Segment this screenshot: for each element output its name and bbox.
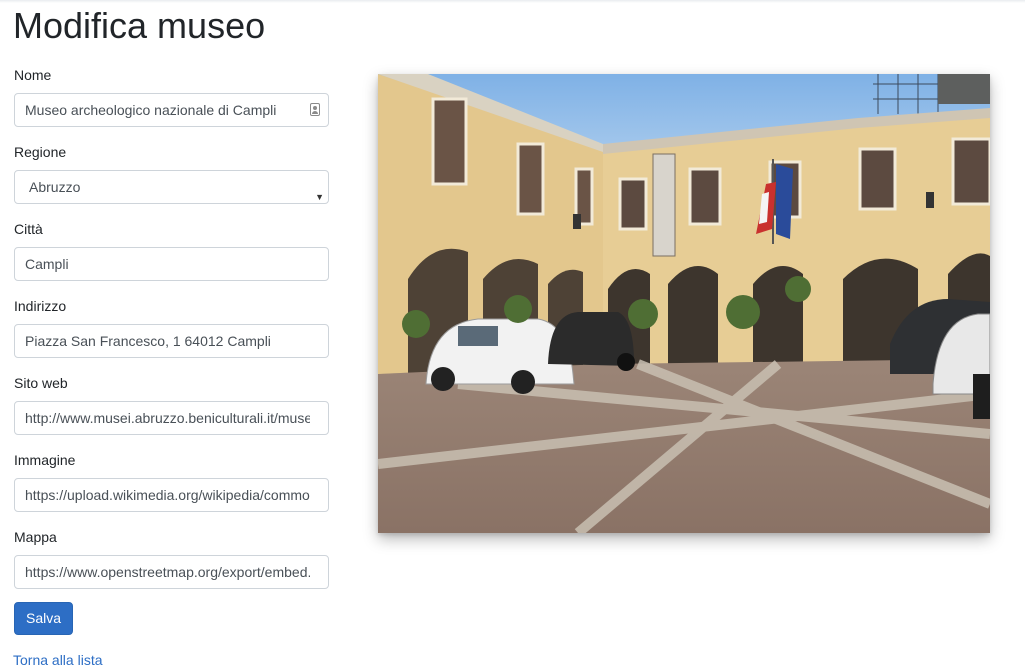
save-button[interactable]: Salva — [14, 602, 73, 635]
top-edge — [0, 0, 1025, 3]
mappa-input[interactable]: https://www.openstreetmap.org/export/emb… — [14, 555, 329, 589]
sito-web-group: Sito web http://www.musei.abruzzo.benicu… — [14, 374, 329, 451]
citta-group: Città Campli — [14, 220, 329, 297]
nome-value: Museo archeologico nazionale di Campli — [25, 102, 277, 118]
museum-edit-form: Nome Museo archeologico nazionale di Cam… — [14, 66, 329, 605]
citta-value: Campli — [25, 256, 69, 272]
regione-label: Regione — [14, 144, 67, 160]
mappa-value: https://www.openstreetmap.org/export/emb… — [25, 564, 310, 580]
citta-input[interactable]: Campli — [14, 247, 329, 281]
museum-courtyard-illustration — [378, 74, 990, 533]
indirizzo-input[interactable]: Piazza San Francesco, 1 64012 Campli — [14, 324, 329, 358]
regione-group: Regione Abruzzo ▼ — [14, 143, 329, 220]
regione-select[interactable]: Abruzzo ▼ — [14, 170, 329, 204]
museum-photo — [378, 74, 990, 533]
sito-web-input[interactable]: http://www.musei.abruzzo.beniculturali.i… — [14, 401, 329, 435]
indirizzo-group: Indirizzo Piazza San Francesco, 1 64012 … — [14, 297, 329, 374]
citta-label: Città — [14, 221, 43, 237]
indirizzo-value: Piazza San Francesco, 1 64012 Campli — [25, 333, 271, 349]
immagine-input[interactable]: https://upload.wikimedia.org/wikipedia/c… — [14, 478, 329, 512]
caret-down-icon: ▼ — [315, 192, 324, 202]
indirizzo-label: Indirizzo — [14, 298, 67, 314]
regione-value: Abruzzo — [29, 179, 81, 195]
mappa-group: Mappa https://www.openstreetmap.org/expo… — [14, 528, 329, 605]
immagine-group: Immagine https://upload.wikimedia.org/wi… — [14, 451, 329, 528]
contact-card-icon[interactable] — [310, 103, 320, 116]
nome-input[interactable]: Museo archeologico nazionale di Campli — [14, 93, 329, 127]
page-title: Modifica museo — [13, 5, 266, 46]
nome-group: Nome Museo archeologico nazionale di Cam… — [14, 66, 329, 143]
sito-web-label: Sito web — [14, 375, 68, 391]
sito-web-value: http://www.musei.abruzzo.beniculturali.i… — [25, 410, 310, 426]
back-to-list-link[interactable]: Torna alla lista — [13, 651, 103, 669]
immagine-label: Immagine — [14, 452, 76, 468]
nome-label: Nome — [14, 67, 52, 83]
mappa-label: Mappa — [14, 529, 57, 545]
immagine-value: https://upload.wikimedia.org/wikipedia/c… — [25, 487, 310, 503]
